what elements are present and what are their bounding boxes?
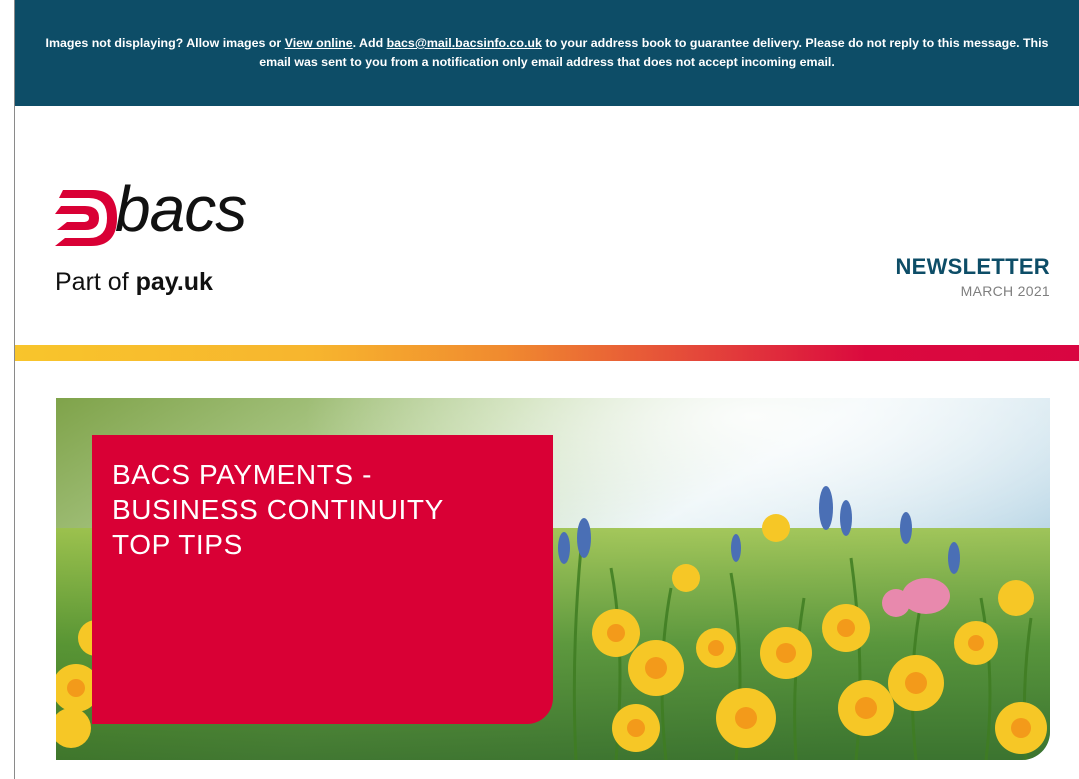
newsletter-heading: NEWSLETTER MARCH 2021: [895, 254, 1050, 299]
preheader-banner: Images not displaying? Allow images or V…: [15, 0, 1079, 106]
preheader-prefix: Images not displaying? Allow images or: [45, 36, 285, 50]
hero-title-panel: BACS PAYMENTS - BUSINESS CONTINUITY TOP …: [92, 435, 553, 724]
view-online-link[interactable]: View online: [285, 36, 353, 50]
brand-gradient-stripe: [15, 345, 1079, 361]
logo-tagline-prefix: Part of: [55, 268, 136, 296]
newsletter-date: MARCH 2021: [960, 283, 1050, 299]
newsletter-title: NEWSLETTER: [895, 254, 1050, 279]
bacs-logo[interactable]: bacs Part of pay.uk: [55, 173, 295, 309]
preheader-text: Images not displaying? Allow images or V…: [42, 34, 1052, 72]
bacs-wordmark: bacs: [115, 173, 247, 245]
page-border: [14, 0, 15, 779]
hero-title-line-2: BUSINESS CONTINUITY: [112, 494, 444, 525]
sender-email-link[interactable]: bacs@mail.bacsinfo.co.uk: [387, 36, 542, 50]
hero-title: BACS PAYMENTS - BUSINESS CONTINUITY TOP …: [112, 457, 532, 562]
logo-tagline-brand: pay.uk: [135, 268, 213, 296]
hero-title-line-1: BACS PAYMENTS -: [112, 459, 373, 490]
hero-title-line-3: TOP TIPS: [112, 529, 243, 560]
preheader-mid: . Add: [352, 36, 387, 50]
logo-tagline: Part of pay.uk: [55, 268, 213, 297]
